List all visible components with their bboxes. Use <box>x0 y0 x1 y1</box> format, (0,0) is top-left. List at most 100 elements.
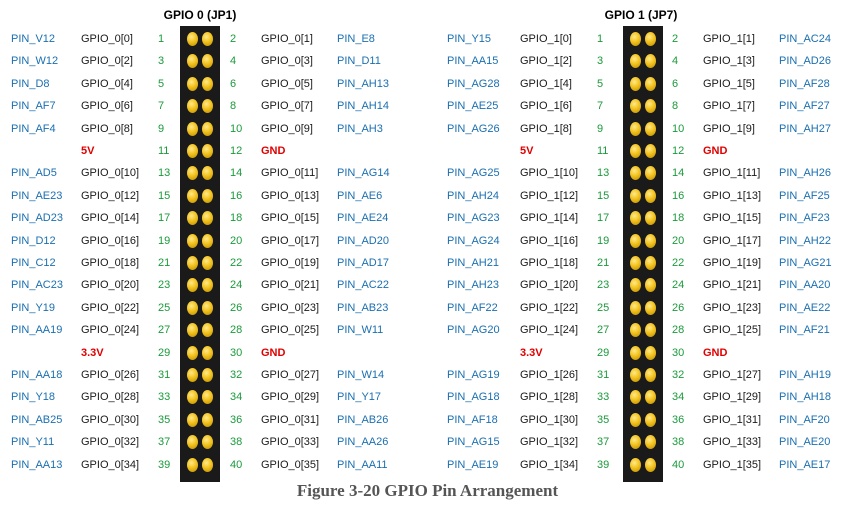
gpio0-header-title: GPIO 0 (JP1) <box>163 8 237 22</box>
pin-number-right: 18 <box>230 212 243 225</box>
pin-number-right: 6 <box>672 77 679 90</box>
gpio-label-left: GPIO_1[28] <box>520 391 579 404</box>
gpio-label-left: GPIO_1[0] <box>520 33 572 45</box>
gpio-label-right: GPIO_1[11] <box>703 167 761 180</box>
pin-number-left: 35 <box>597 413 610 426</box>
fpga-pin-label-left: PIN_AG24 <box>447 234 500 247</box>
gpio-label-right: GPIO_1[3] <box>703 55 755 68</box>
gpio-label-left: GPIO_0[28] <box>81 391 140 404</box>
pin-number-left: 25 <box>158 301 171 314</box>
fpga-pin-label-left: PIN_AA19 <box>11 324 63 337</box>
fpga-pin-label-right: PIN_AE20 <box>779 436 831 449</box>
fpga-pin-label-right: PIN_AF20 <box>779 413 830 426</box>
header-pin <box>187 256 198 270</box>
pin-number-left: 27 <box>597 324 610 337</box>
gpio-label-left: GPIO_0[8] <box>81 122 133 135</box>
fpga-pin-label-right: PIN_AA20 <box>779 279 831 292</box>
header-pin <box>187 345 198 360</box>
pin-number-left: 11 <box>158 145 170 157</box>
fpga-pin-label-left: PIN_AC23 <box>11 279 63 292</box>
fpga-pin-label-right: PIN_AD20 <box>337 234 389 247</box>
pin-number-left: 31 <box>158 369 171 381</box>
header-pin <box>630 76 641 91</box>
fpga-pin-label-left: PIN_AG15 <box>447 436 500 449</box>
pin-number-right: 20 <box>672 234 685 247</box>
fpga-pin-label-left: PIN_W12 <box>11 55 59 68</box>
gpio-label-left: GPIO_1[18] <box>520 257 579 269</box>
gpio-label-left: GPIO_1[8] <box>520 122 572 135</box>
header-pin <box>645 300 656 315</box>
pin-number-right: 18 <box>672 212 685 225</box>
header-pin <box>202 121 213 136</box>
pin-number-left: 21 <box>158 257 171 269</box>
gpio-label-left: GPIO_1[12] <box>520 189 579 202</box>
fpga-pin-label-right: PIN_AE17 <box>779 458 831 471</box>
gpio-label-left: GPIO_1[16] <box>520 234 579 247</box>
header-pin <box>630 457 641 472</box>
pin-number-left: 7 <box>597 100 604 113</box>
pin-number-left: 35 <box>158 413 171 426</box>
pin-number-left: 39 <box>158 458 171 471</box>
gpio-label-right: GPIO_1[13] <box>703 189 762 202</box>
gpio-label-left: GPIO_1[10] <box>520 167 579 180</box>
pin-number-right: 26 <box>672 301 685 314</box>
fpga-pin-label-right: PIN_AH27 <box>779 122 831 135</box>
header-pin <box>630 412 641 427</box>
gpio-label-right: GPIO_1[29] <box>703 391 762 404</box>
pin-number-left: 15 <box>597 189 610 202</box>
gpio-label-left: GPIO_0[22] <box>81 301 140 314</box>
pin-number-left: 9 <box>597 122 604 135</box>
power-label-right: GND <box>261 145 286 157</box>
gpio-label-right: GPIO_1[21] <box>703 279 762 292</box>
header-pin <box>187 32 198 46</box>
gpio-label-right: GPIO_0[5] <box>261 77 313 90</box>
gpio-label-right: GPIO_0[1] <box>261 33 313 45</box>
gpio-label-right: GPIO_0[13] <box>261 189 320 202</box>
gpio-label-right: GPIO_1[1] <box>703 33 755 45</box>
fpga-pin-label-right: PIN_AF28 <box>779 77 830 90</box>
header-pin <box>645 256 656 270</box>
pin-number-right: 24 <box>230 279 243 292</box>
fpga-pin-label-left: PIN_AF18 <box>447 413 498 426</box>
gpio-label-left: GPIO_0[6] <box>81 100 133 113</box>
fpga-pin-label-left: PIN_AB25 <box>11 413 63 426</box>
gpio-label-left: GPIO_1[20] <box>520 279 579 292</box>
header-pin <box>187 121 198 136</box>
header-pin <box>645 144 656 158</box>
fpga-pin-label-left: PIN_V12 <box>11 33 56 45</box>
pin-number-right: 20 <box>230 234 243 247</box>
fpga-pin-label-left: PIN_AH23 <box>447 279 499 292</box>
gpio-label-left: GPIO_1[30] <box>520 413 579 426</box>
gpio-label-left: GPIO_0[0] <box>81 33 133 45</box>
pin-number-left: 15 <box>158 189 171 202</box>
pin-number-right: 12 <box>672 145 685 157</box>
fpga-pin-label-right: PIN_AG21 <box>779 257 832 269</box>
fpga-pin-label-right: PIN_AF23 <box>779 212 830 225</box>
fpga-pin-label-left: PIN_AA15 <box>447 55 499 68</box>
pin-number-right: 30 <box>230 346 243 359</box>
pin-number-left: 27 <box>158 324 171 337</box>
gpio-label-right: GPIO_0[7] <box>261 100 313 113</box>
fpga-pin-label-left: PIN_AD5 <box>11 167 57 180</box>
header-pin <box>645 345 656 360</box>
pin-number-right: 2 <box>672 33 679 45</box>
header-pin <box>187 412 198 427</box>
gpio-label-right: GPIO_1[23] <box>703 301 762 314</box>
fpga-pin-label-right: PIN_AB23 <box>337 301 389 314</box>
pin-number-left: 29 <box>158 346 171 359</box>
gpio-label-right: GPIO_1[9] <box>703 122 755 135</box>
header-pin <box>187 300 198 315</box>
pin-number-right: 22 <box>672 257 685 269</box>
header-pin <box>630 300 641 315</box>
header-pin <box>202 188 213 203</box>
gpio-label-right: GPIO_0[23] <box>261 301 320 314</box>
pin-number-left: 29 <box>597 346 610 359</box>
gpio-label-right: GPIO_1[33] <box>703 436 762 449</box>
fpga-pin-label-left: PIN_AH21 <box>447 257 499 269</box>
fpga-pin-label-right: PIN_AD17 <box>337 257 389 269</box>
pin-number-left: 1 <box>597 33 604 45</box>
pin-number-right: 28 <box>230 324 243 337</box>
gpio-label-left: GPIO_0[12] <box>81 189 140 202</box>
pin-number-left: 17 <box>158 212 171 225</box>
pin-number-left: 19 <box>158 234 171 247</box>
